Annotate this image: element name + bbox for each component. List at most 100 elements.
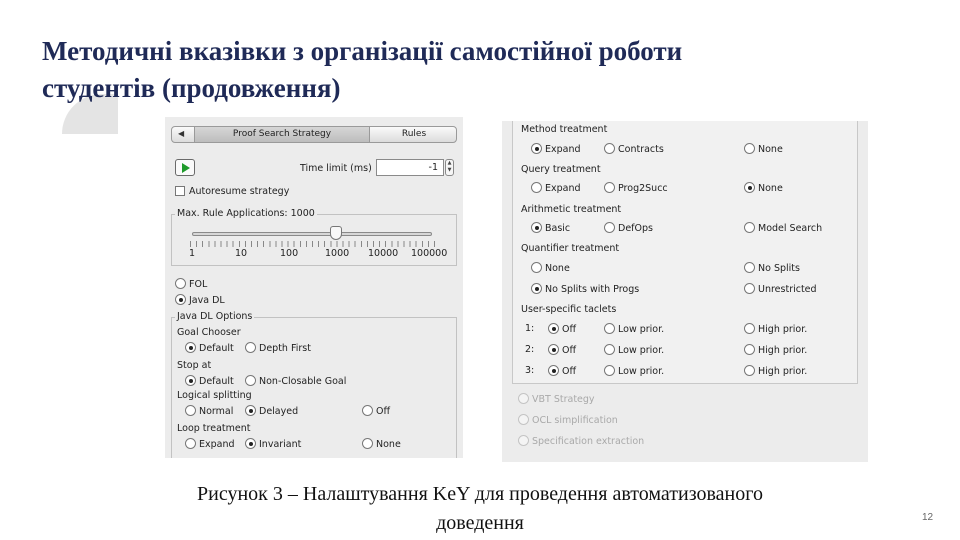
mode-fol-option[interactable]: FOL: [175, 278, 207, 290]
loop-treatment-expand-option[interactable]: Expand: [185, 438, 235, 450]
mode-fol-radio[interactable]: [175, 278, 186, 289]
tab-proof-search-strategy[interactable]: Proof Search Strategy: [194, 127, 370, 142]
ocl-simplification-label: OCL simplification: [532, 415, 618, 426]
taclet-2-low-radio[interactable]: [604, 344, 615, 355]
arith-model-search-radio[interactable]: [744, 222, 755, 233]
method-contracts-option[interactable]: Contracts: [604, 143, 664, 155]
logical-splitting-normal-radio[interactable]: [185, 405, 196, 416]
logical-splitting-delayed-label: Delayed: [259, 406, 299, 417]
logical-splitting-normal-option[interactable]: Normal: [185, 405, 233, 417]
query-expand-option[interactable]: Expand: [531, 182, 581, 194]
max-rule-applications-label: Max. Rule Applications: 1000: [175, 208, 317, 219]
method-contracts-label: Contracts: [618, 144, 664, 155]
arith-basic-option[interactable]: Basic: [531, 222, 570, 234]
quant-no-splits-progs-option[interactable]: No Splits with Progs: [531, 283, 639, 295]
logical-splitting-delayed-option[interactable]: Delayed: [245, 405, 298, 417]
method-none-radio[interactable]: [744, 143, 755, 154]
autoresume-checkbox[interactable]: [175, 186, 185, 196]
time-limit-spinner[interactable]: ▲ ▼: [445, 159, 454, 176]
slide-title-line-2: студентів (продовження): [42, 73, 341, 103]
spinner-down-icon[interactable]: ▼: [448, 167, 452, 173]
taclet-3-low-radio[interactable]: [604, 365, 615, 376]
quant-unrestricted-option[interactable]: Unrestricted: [744, 283, 817, 295]
quant-none-option[interactable]: None: [531, 262, 570, 274]
arith-basic-radio[interactable]: [531, 222, 542, 233]
quant-unrestricted-radio[interactable]: [744, 283, 755, 294]
logical-splitting-off-radio[interactable]: [362, 405, 373, 416]
stop-at-default-label: Default: [199, 376, 234, 387]
query-prog2succ-radio[interactable]: [604, 182, 615, 193]
slider-ticks: [190, 241, 440, 247]
taclet-1-off-option[interactable]: Off: [548, 323, 576, 335]
query-prog2succ-option[interactable]: Prog2Succ: [604, 182, 668, 194]
taclet-3-high-radio[interactable]: [744, 365, 755, 376]
taclet-2-high-radio[interactable]: [744, 344, 755, 355]
taclet-3-high-option[interactable]: High prior.: [744, 365, 807, 377]
java-dl-options-group: [171, 317, 457, 458]
quant-none-radio[interactable]: [531, 262, 542, 273]
taclet-1-low-option[interactable]: Low prior.: [604, 323, 664, 335]
taclet-3-off-option[interactable]: Off: [548, 365, 576, 377]
mode-javadl-option[interactable]: Java DL: [175, 294, 225, 306]
goal-chooser-default-radio[interactable]: [185, 342, 196, 353]
goal-chooser-depth-first-option[interactable]: Depth First: [245, 342, 311, 354]
quant-no-splits-progs-radio[interactable]: [531, 283, 542, 294]
stop-at-non-closable-label: Non-Closable Goal: [259, 376, 347, 387]
time-limit-input[interactable]: -1: [376, 159, 444, 176]
logical-splitting-off-option[interactable]: Off: [362, 405, 390, 417]
tab-rules[interactable]: Rules: [370, 127, 458, 142]
taclet-2-low-label: Low prior.: [618, 345, 665, 356]
goal-chooser-default-option[interactable]: Default: [185, 342, 234, 354]
arith-basic-label: Basic: [545, 223, 571, 234]
quant-no-splits-option[interactable]: No Splits: [744, 262, 800, 274]
stop-at-default-option[interactable]: Default: [185, 375, 234, 387]
arith-model-search-option[interactable]: Model Search: [744, 222, 822, 234]
mode-fol-label: FOL: [189, 279, 208, 290]
start-button[interactable]: [175, 159, 195, 176]
slide-title-line-1: Методичні вказівки з організації самості…: [42, 36, 683, 66]
loop-treatment-expand-radio[interactable]: [185, 438, 196, 449]
spinner-up-icon[interactable]: ▲: [448, 160, 452, 166]
autoresume-option[interactable]: Autoresume strategy: [175, 186, 289, 197]
query-none-radio[interactable]: [744, 182, 755, 193]
method-expand-option[interactable]: Expand: [531, 143, 581, 155]
play-icon: [182, 163, 190, 173]
taclet-1-off-radio[interactable]: [548, 323, 559, 334]
vbt-strategy-radio: [518, 393, 529, 404]
taclet-3-low-option[interactable]: Low prior.: [604, 365, 664, 377]
max-rules-slider-thumb[interactable]: [330, 226, 342, 240]
taclet-1-high-option[interactable]: High prior.: [744, 323, 807, 335]
stop-at-default-radio[interactable]: [185, 375, 196, 386]
stop-at-non-closable-radio[interactable]: [245, 375, 256, 386]
loop-treatment-invariant-radio[interactable]: [245, 438, 256, 449]
max-rules-slider-track[interactable]: [192, 232, 432, 236]
loop-treatment-invariant-option[interactable]: Invariant: [245, 438, 301, 450]
loop-treatment-none-radio[interactable]: [362, 438, 373, 449]
taclet-2-low-option[interactable]: Low prior.: [604, 344, 664, 356]
quantifier-treatment-label: Quantifier treatment: [521, 243, 620, 254]
taclet-3-high-label: High prior.: [758, 366, 808, 377]
stop-at-non-closable-option[interactable]: Non-Closable Goal: [245, 375, 346, 387]
taclet-2-off-radio[interactable]: [548, 344, 559, 355]
mode-javadl-radio[interactable]: [175, 294, 186, 305]
arith-defops-radio[interactable]: [604, 222, 615, 233]
method-none-option[interactable]: None: [744, 143, 783, 155]
taclet-1-low-radio[interactable]: [604, 323, 615, 334]
taclet-2-off-option[interactable]: Off: [548, 344, 576, 356]
slider-tick-10: 10: [235, 248, 248, 259]
taclet-row-number: 3:: [525, 365, 535, 376]
logical-splitting-delayed-radio[interactable]: [245, 405, 256, 416]
arith-defops-option[interactable]: DefOps: [604, 222, 653, 234]
goal-chooser-depth-first-radio[interactable]: [245, 342, 256, 353]
query-none-option[interactable]: None: [744, 182, 783, 194]
taclet-2-high-option[interactable]: High prior.: [744, 344, 807, 356]
tab-scroll-left-icon[interactable]: ◀: [178, 129, 184, 138]
loop-treatment-none-option[interactable]: None: [362, 438, 401, 450]
quant-no-splits-radio[interactable]: [744, 262, 755, 273]
method-expand-radio[interactable]: [531, 143, 542, 154]
taclet-1-high-radio[interactable]: [744, 323, 755, 334]
taclet-3-low-label: Low prior.: [618, 366, 665, 377]
query-expand-radio[interactable]: [531, 182, 542, 193]
method-contracts-radio[interactable]: [604, 143, 615, 154]
taclet-3-off-radio[interactable]: [548, 365, 559, 376]
